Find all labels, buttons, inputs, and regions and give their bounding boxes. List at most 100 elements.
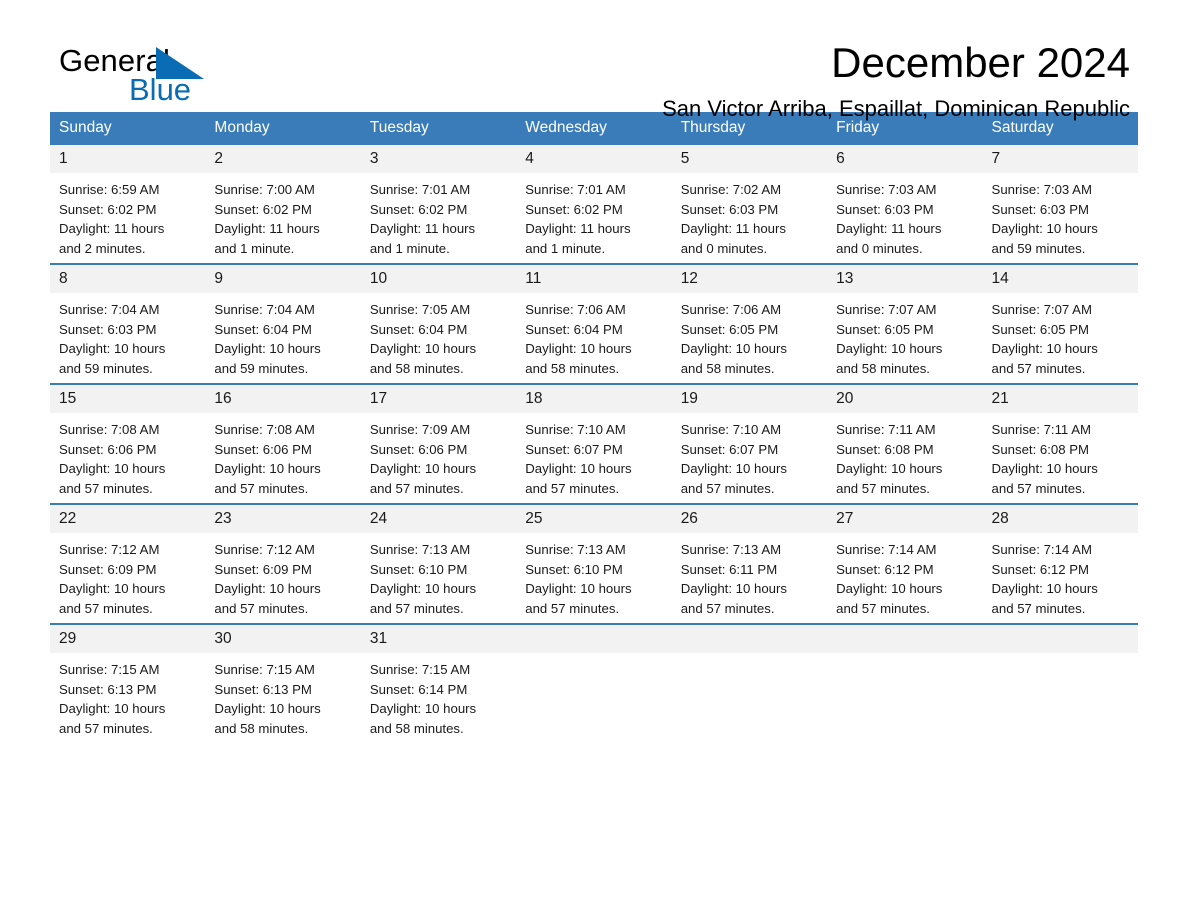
daylight-text-1: Daylight: 10 hours bbox=[680, 461, 787, 477]
day-details: Sunrise: 7:03 AM Sunset: 6:03 PM Dayligh… bbox=[827, 173, 982, 259]
day-cell[interactable]: 5 Sunrise: 7:02 AM Sunset: 6:03 PM Dayli… bbox=[671, 145, 828, 264]
sunset-text: Sunset: 6:10 PM bbox=[525, 561, 623, 577]
sunset-text: Sunset: 6:12 PM bbox=[836, 561, 934, 577]
sunset-text: Sunset: 6:08 PM bbox=[991, 441, 1090, 457]
sunrise-text: Sunrise: 7:13 AM bbox=[525, 542, 626, 557]
day-cell[interactable]: 29 Sunrise: 7:15 AM Sunset: 6:13 PM Dayl… bbox=[50, 623, 206, 743]
day-details: Sunrise: 7:04 AM Sunset: 6:03 PM Dayligh… bbox=[50, 293, 205, 379]
daylight-text-1: Daylight: 10 hours bbox=[836, 341, 943, 357]
day-number: 5 bbox=[671, 145, 828, 173]
day-number: 8 bbox=[50, 265, 206, 293]
daylight-text-2: and 58 minutes. bbox=[214, 721, 309, 737]
day-cell[interactable]: 3 Sunrise: 7:01 AM Sunset: 6:02 PM Dayli… bbox=[360, 145, 517, 264]
sunrise-text: Sunrise: 7:13 AM bbox=[369, 542, 471, 557]
sunset-text: Sunset: 6:13 PM bbox=[59, 681, 157, 697]
day-cell[interactable]: 13 Sunrise: 7:07 AM Sunset: 6:05 PM Dayl… bbox=[827, 263, 983, 384]
weekday-header-monday: Monday bbox=[205, 112, 361, 145]
day-cell[interactable]: 31 Sunrise: 7:15 AM Sunset: 6:14 PM Dayl… bbox=[360, 623, 517, 743]
day-number: 25 bbox=[516, 505, 672, 533]
page-masthead: General Blue December 2024 San Victor Ar… bbox=[50, 0, 1138, 121]
day-cell[interactable]: 30 Sunrise: 7:15 AM Sunset: 6:13 PM Dayl… bbox=[205, 623, 361, 743]
daylight-text-2: and 0 minutes. bbox=[836, 241, 923, 257]
calendar-week-row: 8 Sunrise: 7:04 AM Sunset: 6:03 PM Dayli… bbox=[50, 263, 1138, 384]
day-cell[interactable]: 22 Sunrise: 7:12 AM Sunset: 6:09 PM Dayl… bbox=[50, 503, 206, 624]
sunrise-text: Sunrise: 7:03 AM bbox=[991, 182, 1092, 197]
day-details: Sunrise: 7:05 AM Sunset: 6:04 PM Dayligh… bbox=[361, 293, 516, 379]
day-cell[interactable]: 26 Sunrise: 7:13 AM Sunset: 6:11 PM Dayl… bbox=[671, 503, 828, 624]
daylight-text-2: and 57 minutes. bbox=[59, 721, 153, 737]
day-details: Sunrise: 7:06 AM Sunset: 6:05 PM Dayligh… bbox=[672, 293, 827, 379]
daylight-text-1: Daylight: 11 hours bbox=[59, 221, 165, 237]
day-number: 23 bbox=[205, 505, 361, 533]
day-number bbox=[516, 625, 672, 653]
sunset-text: Sunset: 6:06 PM bbox=[369, 441, 468, 457]
daylight-text-2: and 57 minutes. bbox=[214, 601, 309, 617]
day-cell[interactable]: 7 Sunrise: 7:03 AM Sunset: 6:03 PM Dayli… bbox=[982, 145, 1138, 264]
daylight-text-1: Daylight: 10 hours bbox=[525, 341, 632, 357]
day-cell[interactable]: 24 Sunrise: 7:13 AM Sunset: 6:10 PM Dayl… bbox=[360, 503, 517, 624]
day-details bbox=[516, 653, 671, 660]
day-number: 7 bbox=[982, 145, 1138, 173]
day-cell-empty bbox=[827, 623, 983, 743]
day-number: 21 bbox=[982, 385, 1138, 413]
day-cell[interactable]: 8 Sunrise: 7:04 AM Sunset: 6:03 PM Dayli… bbox=[50, 263, 206, 384]
day-details: Sunrise: 7:06 AM Sunset: 6:04 PM Dayligh… bbox=[516, 293, 671, 379]
day-details: Sunrise: 7:08 AM Sunset: 6:06 PM Dayligh… bbox=[205, 413, 360, 499]
day-cell[interactable]: 25 Sunrise: 7:13 AM Sunset: 6:10 PM Dayl… bbox=[516, 503, 672, 624]
day-cell[interactable]: 21 Sunrise: 7:11 AM Sunset: 6:08 PM Dayl… bbox=[982, 383, 1138, 504]
generalblue-logo[interactable]: General Blue bbox=[59, 45, 259, 111]
calendar-body: 1 Sunrise: 6:59 AM Sunset: 6:02 PM Dayli… bbox=[50, 145, 1138, 743]
day-cell[interactable]: 10 Sunrise: 7:05 AM Sunset: 6:04 PM Dayl… bbox=[360, 263, 517, 384]
day-cell[interactable]: 27 Sunrise: 7:14 AM Sunset: 6:12 PM Dayl… bbox=[827, 503, 983, 624]
day-number: 20 bbox=[827, 385, 983, 413]
sunset-text: Sunset: 6:03 PM bbox=[836, 201, 934, 217]
daylight-text-1: Daylight: 10 hours bbox=[369, 461, 477, 477]
daylight-text-2: and 57 minutes. bbox=[836, 601, 930, 617]
day-cell[interactable]: 4 Sunrise: 7:01 AM Sunset: 6:02 PM Dayli… bbox=[516, 145, 672, 264]
calendar-page: General Blue December 2024 San Victor Ar… bbox=[0, 0, 1188, 918]
daylight-text-2: and 57 minutes. bbox=[680, 601, 775, 617]
sunrise-text: Sunrise: 7:15 AM bbox=[214, 662, 315, 677]
day-cell[interactable]: 23 Sunrise: 7:12 AM Sunset: 6:09 PM Dayl… bbox=[205, 503, 361, 624]
sunrise-text: Sunrise: 7:15 AM bbox=[59, 662, 160, 677]
day-cell[interactable]: 20 Sunrise: 7:11 AM Sunset: 6:08 PM Dayl… bbox=[827, 383, 983, 504]
day-details bbox=[983, 653, 1138, 660]
sunrise-text: Sunrise: 7:01 AM bbox=[369, 182, 471, 197]
day-cell[interactable]: 9 Sunrise: 7:04 AM Sunset: 6:04 PM Dayli… bbox=[205, 263, 361, 384]
day-cell[interactable]: 11 Sunrise: 7:06 AM Sunset: 6:04 PM Dayl… bbox=[516, 263, 672, 384]
daylight-text-1: Daylight: 10 hours bbox=[59, 341, 166, 357]
day-cell[interactable]: 16 Sunrise: 7:08 AM Sunset: 6:06 PM Dayl… bbox=[205, 383, 361, 504]
day-cell[interactable]: 28 Sunrise: 7:14 AM Sunset: 6:12 PM Dayl… bbox=[982, 503, 1138, 624]
daylight-text-2: and 59 minutes. bbox=[214, 361, 309, 377]
day-details: Sunrise: 7:12 AM Sunset: 6:09 PM Dayligh… bbox=[205, 533, 360, 619]
sunset-text: Sunset: 6:08 PM bbox=[836, 441, 934, 457]
calendar-week-row: 29 Sunrise: 7:15 AM Sunset: 6:13 PM Dayl… bbox=[50, 623, 1138, 743]
day-number bbox=[671, 625, 828, 653]
sunrise-text: Sunrise: 7:10 AM bbox=[680, 422, 782, 437]
daylight-text-1: Daylight: 11 hours bbox=[369, 221, 476, 237]
day-cell[interactable]: 1 Sunrise: 6:59 AM Sunset: 6:02 PM Dayli… bbox=[50, 145, 206, 264]
weekday-header-tuesday: Tuesday bbox=[360, 112, 517, 145]
sunset-text: Sunset: 6:04 PM bbox=[214, 321, 312, 337]
daylight-text-2: and 57 minutes. bbox=[369, 481, 464, 497]
day-number: 19 bbox=[671, 385, 828, 413]
day-cell[interactable]: 15 Sunrise: 7:08 AM Sunset: 6:06 PM Dayl… bbox=[50, 383, 206, 504]
sunset-text: Sunset: 6:09 PM bbox=[214, 561, 312, 577]
daylight-text-1: Daylight: 10 hours bbox=[59, 461, 166, 477]
day-cell[interactable]: 17 Sunrise: 7:09 AM Sunset: 6:06 PM Dayl… bbox=[360, 383, 517, 504]
sunset-text: Sunset: 6:10 PM bbox=[369, 561, 468, 577]
day-details: Sunrise: 7:14 AM Sunset: 6:12 PM Dayligh… bbox=[827, 533, 982, 619]
daylight-text-1: Daylight: 10 hours bbox=[214, 581, 321, 597]
page-title: December 2024 bbox=[831, 39, 1130, 86]
day-number: 2 bbox=[205, 145, 361, 173]
sunrise-text: Sunrise: 7:11 AM bbox=[991, 422, 1091, 437]
day-cell[interactable]: 6 Sunrise: 7:03 AM Sunset: 6:03 PM Dayli… bbox=[827, 145, 983, 264]
sunset-text: Sunset: 6:02 PM bbox=[525, 201, 623, 217]
day-cell[interactable]: 12 Sunrise: 7:06 AM Sunset: 6:05 PM Dayl… bbox=[671, 263, 828, 384]
day-cell[interactable]: 14 Sunrise: 7:07 AM Sunset: 6:05 PM Dayl… bbox=[982, 263, 1138, 384]
sunrise-text: Sunrise: 7:04 AM bbox=[59, 302, 160, 317]
day-cell[interactable]: 18 Sunrise: 7:10 AM Sunset: 6:07 PM Dayl… bbox=[516, 383, 672, 504]
day-cell[interactable]: 2 Sunrise: 7:00 AM Sunset: 6:02 PM Dayli… bbox=[205, 145, 361, 264]
day-cell[interactable]: 19 Sunrise: 7:10 AM Sunset: 6:07 PM Dayl… bbox=[671, 383, 828, 504]
daylight-text-2: and 57 minutes. bbox=[836, 481, 930, 497]
